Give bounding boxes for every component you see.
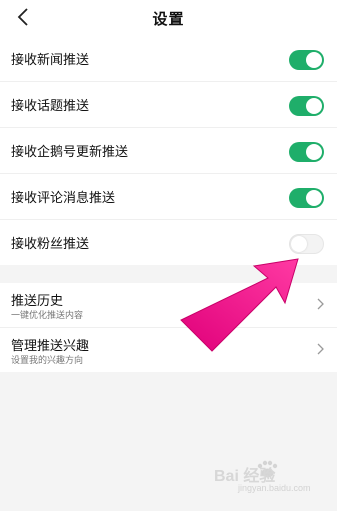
push-history-item[interactable]: 推送历史 一键优化推送内容 bbox=[0, 283, 337, 328]
page-title: 设置 bbox=[152, 10, 185, 28]
toggle-knob bbox=[291, 236, 307, 252]
topic-push-toggle[interactable] bbox=[289, 96, 324, 116]
toggle-knob bbox=[306, 144, 322, 160]
toggle-knob bbox=[306, 52, 322, 68]
watermark-url: jingyan.baidu.com bbox=[238, 483, 311, 493]
toggle-row-news: 接收新闻推送 bbox=[0, 36, 337, 82]
comment-push-toggle[interactable] bbox=[289, 188, 324, 208]
fans-push-toggle[interactable] bbox=[289, 234, 324, 254]
baidu-jingyan-watermark: Bai 经验 jingyan.baidu.com bbox=[214, 458, 324, 498]
top-bar: 设置 bbox=[0, 0, 337, 37]
news-push-toggle[interactable] bbox=[289, 50, 324, 70]
manage-interest-item[interactable]: 管理推送兴趣 设置我的兴趣方向 bbox=[0, 328, 337, 372]
toggle-label: 接收评论消息推送 bbox=[11, 191, 116, 206]
toggle-row-comment: 接收评论消息推送 bbox=[0, 174, 337, 220]
toggle-label: 接收新闻推送 bbox=[11, 53, 90, 68]
chevron-right-icon bbox=[317, 298, 324, 310]
toggle-label: 接收话题推送 bbox=[11, 99, 90, 114]
chevron-right-icon bbox=[317, 343, 324, 355]
nav-title: 管理推送兴趣 bbox=[11, 339, 90, 354]
toggle-label: 接收企鹅号更新推送 bbox=[11, 145, 129, 160]
toggle-row-topic: 接收话题推送 bbox=[0, 82, 337, 128]
penguin-account-push-toggle[interactable] bbox=[289, 142, 324, 162]
toggle-knob bbox=[306, 98, 322, 114]
push-toggle-list: 接收新闻推送 接收话题推送 接收企鹅号更新推送 接收评论消息推送 接收粉丝推送 bbox=[0, 36, 337, 265]
nav-subtitle: 设置我的兴趣方向 bbox=[11, 356, 84, 366]
toggle-row-penguin: 接收企鹅号更新推送 bbox=[0, 128, 337, 174]
nav-subtitle: 一键优化推送内容 bbox=[11, 311, 84, 321]
toggle-knob bbox=[306, 190, 322, 206]
push-nav-list: 推送历史 一键优化推送内容 管理推送兴趣 设置我的兴趣方向 bbox=[0, 283, 337, 372]
nav-title: 推送历史 bbox=[11, 294, 64, 309]
toggle-row-fans: 接收粉丝推送 bbox=[0, 220, 337, 265]
toggle-label: 接收粉丝推送 bbox=[11, 237, 90, 252]
